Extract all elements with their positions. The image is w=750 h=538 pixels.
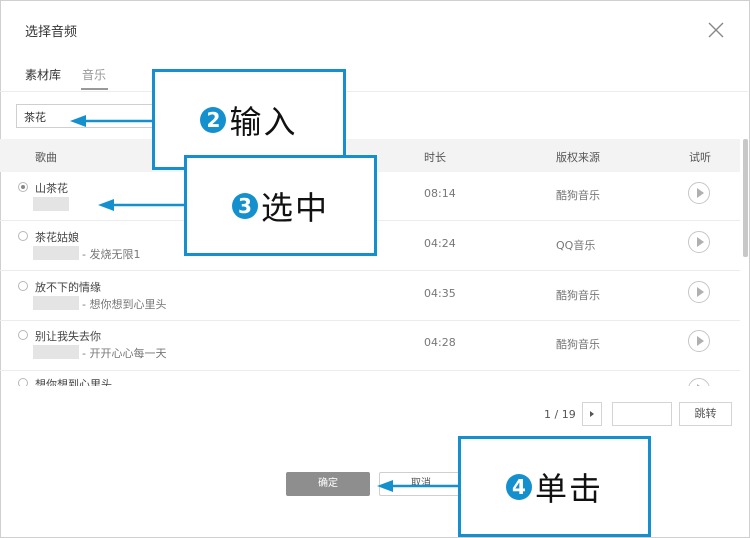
song-duration: 08:14 (424, 187, 456, 200)
confirm-button[interactable]: 确定 (286, 472, 370, 496)
row-radio-selected[interactable] (18, 182, 28, 192)
tabs-divider (0, 91, 748, 92)
table-row-partial[interactable]: 想你想到心里头 (0, 372, 740, 386)
step-number: 4 (505, 473, 532, 500)
song-source: QQ音乐 (556, 239, 596, 252)
song-artist: - 想你想到心里头 (82, 298, 167, 311)
callout-text: 输入 (229, 102, 298, 141)
song-title: 别让我失去你 (35, 330, 101, 343)
song-title: 山茶花 (35, 182, 68, 195)
row-radio[interactable] (18, 330, 28, 340)
chevron-right-icon (590, 411, 594, 417)
column-song: 歌曲 (35, 151, 57, 164)
step-number: 2 (200, 106, 227, 133)
callout-text: 单击 (534, 469, 603, 508)
song-artist: - 发烧无限1 (82, 248, 141, 261)
play-icon[interactable] (688, 330, 710, 352)
close-icon[interactable] (704, 18, 728, 42)
step-number: 3 (231, 192, 258, 219)
song-source: 酷狗音乐 (556, 338, 600, 351)
blurred-artist (33, 246, 79, 260)
page-indicator: 1 / 19 (544, 408, 576, 421)
tab-material-library[interactable]: 素材库 (25, 66, 61, 83)
column-preview: 试听 (689, 151, 711, 164)
column-copyright-source: 版权来源 (556, 151, 600, 164)
search-input[interactable]: 茶花 (16, 104, 161, 128)
row-radio[interactable] (18, 231, 28, 241)
song-duration: 04:24 (424, 237, 456, 250)
active-tab-indicator (81, 88, 108, 90)
play-icon[interactable] (688, 231, 710, 253)
song-title: 想你想到心里头 (35, 378, 112, 386)
callout-step-3: 3 选中 (184, 155, 377, 256)
play-icon[interactable] (688, 281, 710, 303)
song-source: 酷狗音乐 (556, 189, 600, 202)
song-duration: 04:35 (424, 287, 456, 300)
jump-button[interactable]: 跳转 (679, 402, 732, 426)
song-title: 茶花姑娘 (35, 231, 79, 244)
cancel-button[interactable]: 取消 (379, 472, 463, 496)
song-title: 放不下的情缘 (35, 281, 101, 294)
song-source: 酷狗音乐 (556, 289, 600, 302)
play-icon[interactable] (688, 182, 710, 204)
callout-text: 选中 (260, 188, 329, 227)
next-page-button[interactable] (582, 402, 602, 426)
row-radio[interactable] (18, 281, 28, 291)
row-radio[interactable] (18, 378, 28, 386)
blurred-artist (33, 345, 79, 359)
song-artist: - 开开心心每一天 (82, 347, 167, 360)
scrollbar-thumb[interactable] (743, 139, 748, 257)
song-duration: 04:28 (424, 336, 456, 349)
blurred-artist (33, 197, 69, 211)
tab-music[interactable]: 音乐 (82, 66, 106, 83)
play-icon[interactable] (688, 378, 710, 386)
blurred-artist (33, 296, 79, 310)
page-jump-input[interactable] (612, 402, 672, 426)
dialog-title: 选择音频 (25, 25, 78, 40)
column-duration: 时长 (424, 151, 446, 164)
callout-step-4: 4 单击 (458, 436, 651, 537)
